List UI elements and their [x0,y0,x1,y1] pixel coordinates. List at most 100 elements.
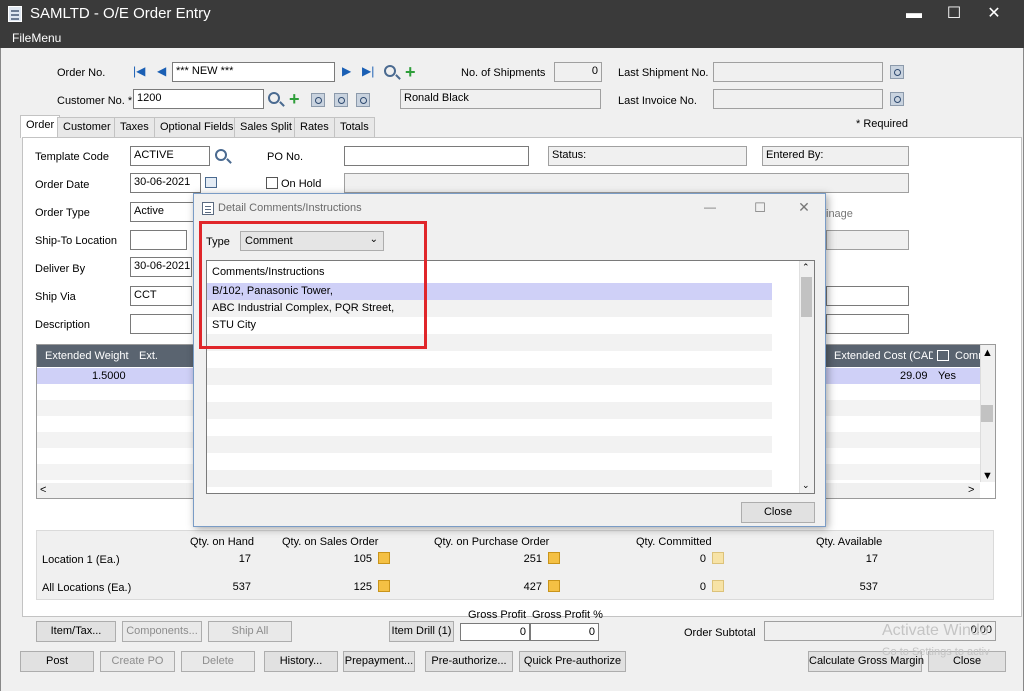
order-no-input[interactable]: *** NEW *** [172,62,335,82]
comments-scroll-thumb[interactable] [801,277,812,317]
activation-watermark-line2: Go to Settings to activ [882,646,990,658]
ship-to-input[interactable] [130,230,187,250]
order-finder-icon[interactable] [384,65,396,77]
location-qty-on-hand: 17 [238,553,251,565]
last-shipment-label: Last Shipment No. [618,67,709,79]
tab-optional-fields[interactable]: Optional Fields [154,117,240,137]
all-committed-drill-icon[interactable] [712,580,724,592]
customer-finder-icon[interactable] [268,92,280,104]
quick-preauthorize-button[interactable]: Quick Pre-authorize [519,651,626,672]
menu-bar: FileMenu [0,28,1024,48]
file-menu[interactable]: FileMenu [12,31,61,45]
prepayment-button[interactable]: Prepayment... [343,651,415,672]
new-order-icon[interactable]: + [405,63,416,81]
order-subtotal-label: Order Subtotal [684,627,756,639]
row1-extended-cost: 29.09 [900,370,928,382]
template-code-input[interactable]: ACTIVE [130,146,210,166]
grid-scroll-up-icon[interactable]: ▲ [982,347,993,359]
create-po-button[interactable]: Create PO [100,651,175,672]
tab-sales-split[interactable]: Sales Split [234,117,298,137]
shipments-label: No. of Shipments [461,67,546,79]
location-qty-on-purchase-order: 251 [523,553,542,565]
last-record-icon[interactable]: ▶| [362,64,374,78]
maximize-button[interactable]: ☐ [934,3,974,25]
order-type-select[interactable]: Active [130,202,200,222]
committed-drill-icon[interactable] [712,552,724,564]
dialog-close-icon[interactable]: ✕ [796,199,812,215]
all-locations-qty-label: All Locations (Ea.) [42,582,132,594]
dialog-maximize-icon[interactable]: ☐ [752,200,768,216]
grid-scroll-right-icon[interactable]: > [968,484,974,496]
preauthorize-button[interactable]: Pre-authorize... [425,651,513,672]
description-input[interactable] [130,314,192,334]
ship-via-description-field[interactable] [826,286,909,306]
tab-customer[interactable]: Customer [57,117,117,137]
location-qty-on-sales-order: 105 [353,553,372,565]
minimize-button[interactable]: ▬ [894,3,934,25]
entered-by-field: Entered By: [762,146,909,166]
description-input-tail[interactable] [826,314,909,334]
new-customer-icon[interactable]: + [289,90,300,108]
history-button[interactable]: History... [264,651,338,672]
last-invoice-lookup-icon[interactable] [890,92,904,106]
last-invoice-field [713,89,883,109]
post-button[interactable]: Post [20,651,94,672]
last-shipment-lookup-icon[interactable] [890,65,904,79]
order-date-label: Order Date [35,179,90,191]
grid-scroll-thumb[interactable] [981,405,993,422]
next-record-icon[interactable]: ▶ [342,64,351,78]
item-drill-button[interactable]: Item Drill (1) [389,621,454,642]
location-qty-label: Location 1 (Ea.) [42,554,120,566]
delete-button[interactable]: Delete [181,651,255,672]
table-row [37,432,193,448]
list-item[interactable] [207,368,772,385]
tab-order[interactable]: Order [20,115,61,138]
components-button[interactable]: Components... [122,621,202,642]
close-window-button[interactable]: ✕ [974,3,1014,25]
customer-zoom-icon[interactable] [356,93,370,107]
ship-all-button[interactable]: Ship All [208,621,292,642]
customer-info-icon[interactable] [311,93,325,107]
deliver-by-input[interactable]: 30-06-2021 [130,257,192,277]
row1-comments-flag: Yes [938,370,956,382]
list-item[interactable] [207,436,772,453]
tab-totals[interactable]: Totals [334,117,375,137]
grid-header-extended[interactable]: Ext. [131,345,193,367]
order-no-label: Order No. [57,67,106,79]
all-purchase-order-drill-icon[interactable] [548,580,560,592]
ship-via-input[interactable]: CCT [130,286,192,306]
tab-rates[interactable]: Rates [294,117,335,137]
first-record-icon[interactable]: |◀ [133,64,145,78]
customer-check-icon[interactable] [334,93,348,107]
grid-header-extended-cost[interactable]: Extended Cost (CAD) [826,345,940,367]
scroll-down-icon[interactable]: ⌄ [802,480,810,491]
list-item[interactable] [207,402,772,419]
window-title: SAMLTD - O/E Order Entry [30,5,211,22]
item-tax-button[interactable]: Item/Tax... [36,621,116,642]
previous-record-icon[interactable]: ◀ [157,64,166,78]
grid-header-extended-weight[interactable]: Extended Weight [37,345,131,367]
dialog-close-button[interactable]: Close [741,502,815,523]
grid-scroll-down-icon[interactable]: ▼ [982,470,993,482]
deliver-by-label: Deliver By [35,263,86,275]
table-row [37,400,193,416]
scroll-up-icon[interactable]: ⌃ [802,262,810,273]
po-no-input[interactable] [344,146,529,166]
calendar-icon[interactable] [205,177,217,188]
table-row [826,464,980,480]
dialog-minimize-icon[interactable]: — [702,200,718,216]
last-invoice-label: Last Invoice No. [618,95,697,107]
customer-no-input[interactable]: 1200 [133,89,264,109]
template-finder-icon[interactable] [215,149,227,161]
list-item[interactable] [207,470,772,487]
location-qty-available: 17 [865,553,878,565]
order-date-input[interactable]: 30-06-2021 [130,173,201,193]
on-hold-checkbox[interactable] [266,177,278,189]
tab-taxes[interactable]: Taxes [114,117,155,137]
grid-scroll-left-icon[interactable]: < [40,484,46,496]
purchase-order-drill-icon[interactable] [548,552,560,564]
sales-order-drill-icon[interactable] [378,552,390,564]
qty-on-hand-header: Qty. on Hand [190,536,254,548]
status-field: Status: [548,146,747,166]
all-sales-order-drill-icon[interactable] [378,580,390,592]
